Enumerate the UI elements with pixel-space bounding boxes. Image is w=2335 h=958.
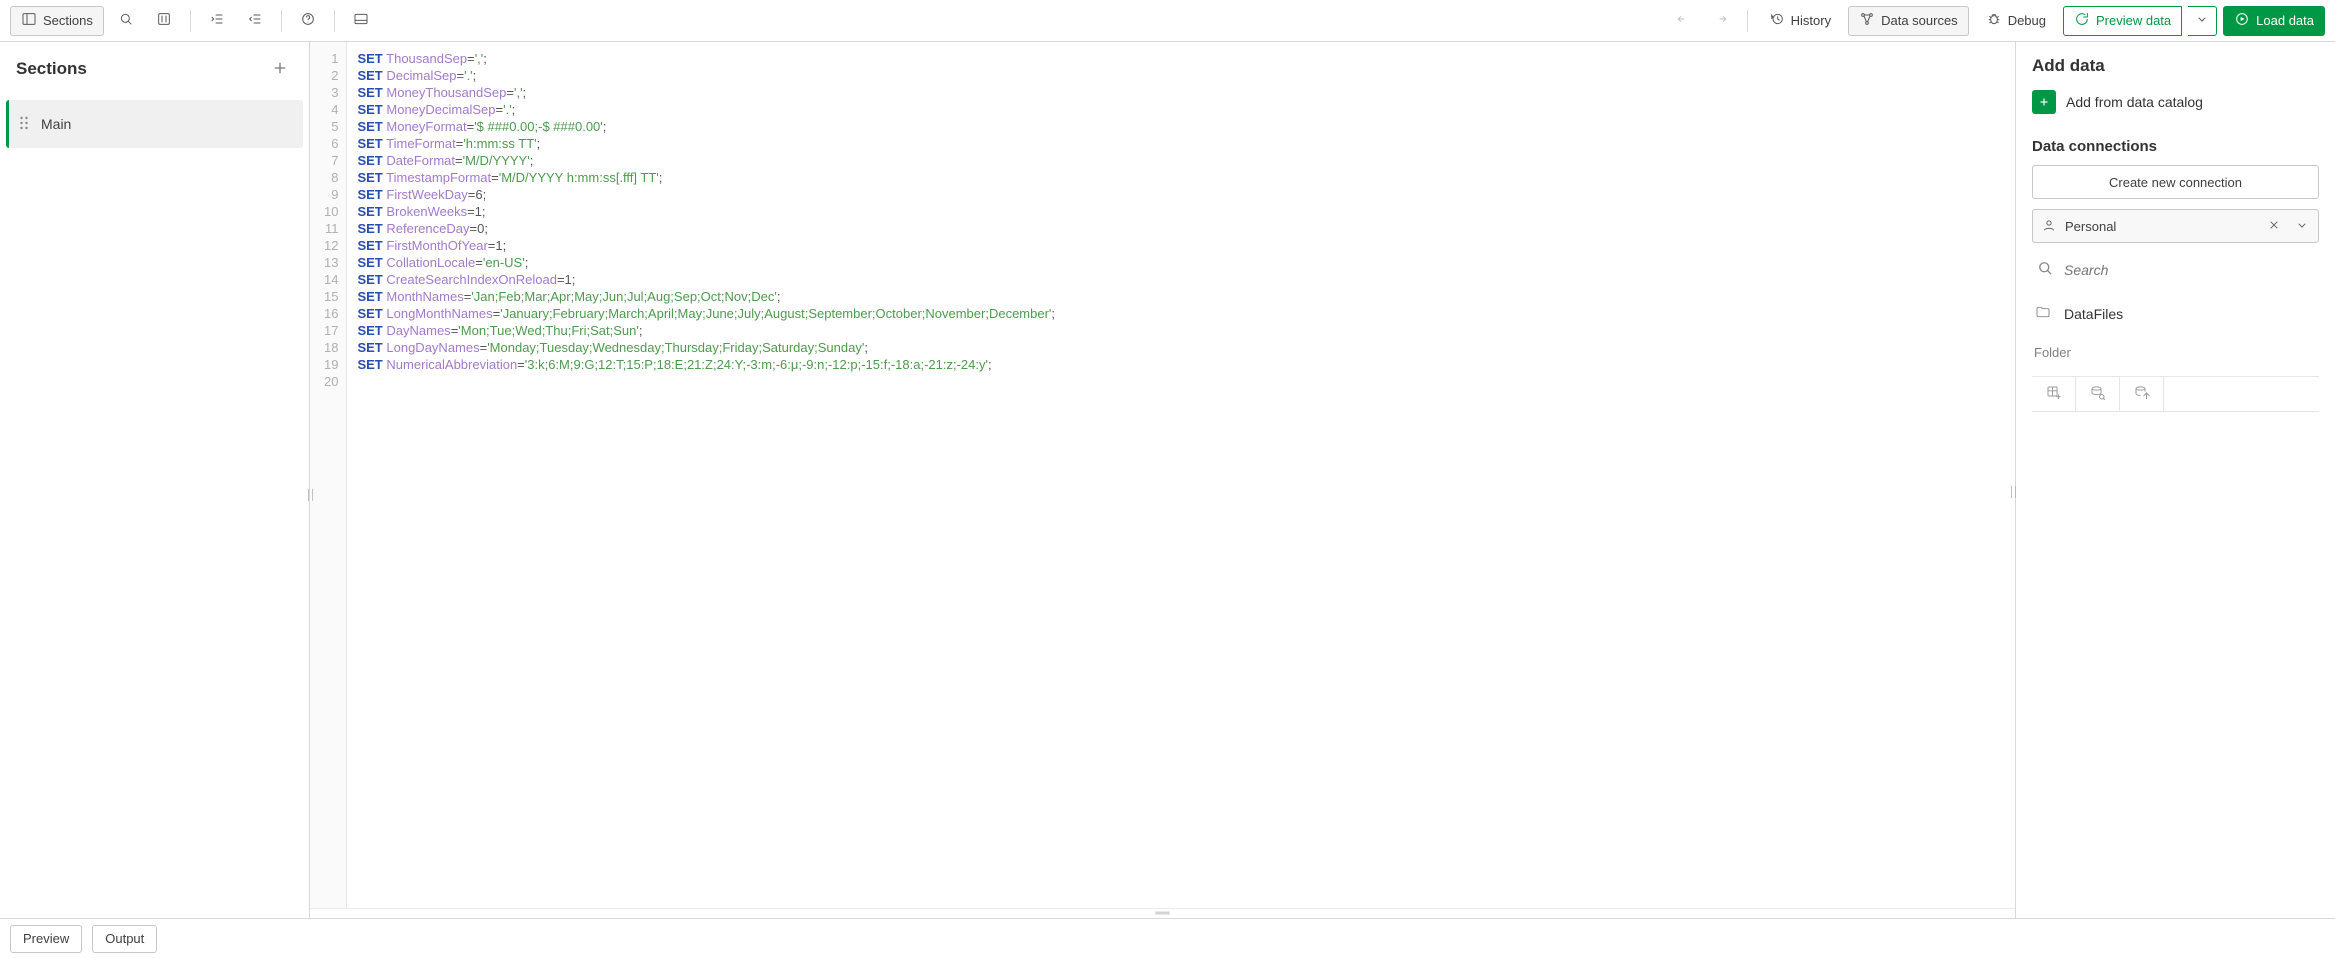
output-tab-button[interactable]: Output <box>92 925 157 953</box>
debug-label: Debug <box>2008 13 2046 28</box>
debug-button[interactable]: Debug <box>1975 6 2057 36</box>
data-connections-title: Data connections <box>2032 138 2319 155</box>
search-button[interactable] <box>110 6 142 36</box>
data-sources-label: Data sources <box>1881 13 1958 28</box>
folder-icon <box>2034 304 2052 323</box>
script-editor-pane: ││ 1234567891011121314151617181920 SET T… <box>310 42 2015 918</box>
toolbar-divider <box>190 10 191 32</box>
create-connection-label: Create new connection <box>2109 175 2242 190</box>
user-icon <box>2041 217 2057 236</box>
sidebar-icon <box>21 11 37 30</box>
redo-icon <box>1713 11 1729 30</box>
vertical-splitter[interactable]: ││ <box>306 480 314 510</box>
script-code[interactable]: SET ThousandSep=',';SET DecimalSep='.';S… <box>347 42 1065 908</box>
search-icon <box>118 11 134 30</box>
outdent-icon <box>247 11 263 30</box>
history-icon <box>1769 11 1785 30</box>
add-from-catalog-button[interactable]: Add from data catalog <box>2032 86 2319 118</box>
sections-panel: Sections Main <box>0 42 310 918</box>
folder-arrow-icon <box>2133 384 2151 405</box>
panel-layout-button[interactable] <box>345 6 377 36</box>
comment-icon <box>156 11 172 30</box>
clear-space-button[interactable] <box>2264 216 2284 236</box>
chevron-down-icon <box>2194 11 2210 30</box>
main-area: Sections Main ││ 12345678910111213141516… <box>0 42 2335 918</box>
indent-icon <box>209 11 225 30</box>
insert-data-button[interactable] <box>2032 377 2076 411</box>
data-sources-icon <box>1859 11 1875 30</box>
open-folder-button[interactable] <box>2120 377 2164 411</box>
history-button[interactable]: History <box>1758 6 1842 36</box>
connection-search-input[interactable] <box>2064 262 2315 278</box>
toolbar-divider <box>1747 10 1748 32</box>
undo-button[interactable] <box>1667 6 1699 36</box>
data-panel: ││ Add data Add from data catalog Data c… <box>2015 42 2335 918</box>
load-data-button[interactable]: Load data <box>2223 6 2325 36</box>
preview-icon <box>2074 11 2090 30</box>
undo-icon <box>1675 11 1691 30</box>
horizontal-splitter[interactable]: ══ <box>310 908 2015 918</box>
plus-icon <box>271 59 289 80</box>
data-sources-button[interactable]: Data sources <box>1848 6 1969 36</box>
connection-actions <box>2032 376 2319 412</box>
bottom-bar: Preview Output <box>0 918 2335 958</box>
folder-type-label: Folder <box>2032 341 2319 364</box>
sections-toggle-label: Sections <box>43 13 93 28</box>
load-data-label: Load data <box>2256 13 2314 28</box>
add-from-catalog-label: Add from data catalog <box>2066 94 2203 110</box>
preview-data-label: Preview data <box>2096 13 2171 28</box>
table-insert-icon <box>2045 384 2063 405</box>
history-label: History <box>1791 13 1831 28</box>
comment-toggle-button[interactable] <box>148 6 180 36</box>
debug-icon <box>1986 11 2002 30</box>
redo-button[interactable] <box>1705 6 1737 36</box>
datafiles-connection[interactable]: DataFiles <box>2032 296 2319 331</box>
outdent-button[interactable] <box>239 6 271 36</box>
section-item-main[interactable]: Main <box>6 100 303 148</box>
sections-toggle-button[interactable]: Sections <box>10 6 104 36</box>
indent-button[interactable] <box>201 6 233 36</box>
connection-search <box>2032 253 2319 286</box>
script-editor[interactable]: 1234567891011121314151617181920 SET Thou… <box>310 42 2015 908</box>
play-icon <box>2234 11 2250 30</box>
drag-handle-icon[interactable] <box>19 115 29 134</box>
sections-title: Sections <box>16 59 87 79</box>
chevron-down-icon <box>2294 217 2310 236</box>
toolbar-divider <box>281 10 282 32</box>
toolbar-divider <box>334 10 335 32</box>
preview-data-button[interactable]: Preview data <box>2063 6 2182 36</box>
datafiles-label: DataFiles <box>2064 306 2123 322</box>
search-icon <box>2036 259 2054 280</box>
sections-panel-header: Sections <box>0 42 309 96</box>
preview-tab-label: Preview <box>23 931 69 946</box>
create-connection-button[interactable]: Create new connection <box>2032 165 2319 199</box>
select-data-icon <box>2089 384 2107 405</box>
preview-data-dropdown[interactable] <box>2188 6 2217 36</box>
space-selector[interactable]: Personal <box>2032 209 2319 243</box>
section-item-label: Main <box>41 116 71 132</box>
vertical-splitter[interactable]: ││ <box>2010 480 2016 504</box>
output-tab-label: Output <box>105 931 144 946</box>
panel-icon <box>353 11 369 30</box>
plus-square-icon <box>2032 90 2056 114</box>
add-data-title: Add data <box>2032 56 2319 76</box>
preview-tab-button[interactable]: Preview <box>10 925 82 953</box>
select-data-button[interactable] <box>2076 377 2120 411</box>
space-dropdown-button[interactable] <box>2292 216 2312 236</box>
add-section-button[interactable] <box>267 56 293 82</box>
help-button[interactable] <box>292 6 324 36</box>
line-number-gutter: 1234567891011121314151617181920 <box>310 42 347 908</box>
close-icon <box>2266 217 2282 236</box>
top-toolbar: Sections History Data sources Debug <box>0 0 2335 42</box>
help-icon <box>300 11 316 30</box>
space-name: Personal <box>2065 219 2256 234</box>
